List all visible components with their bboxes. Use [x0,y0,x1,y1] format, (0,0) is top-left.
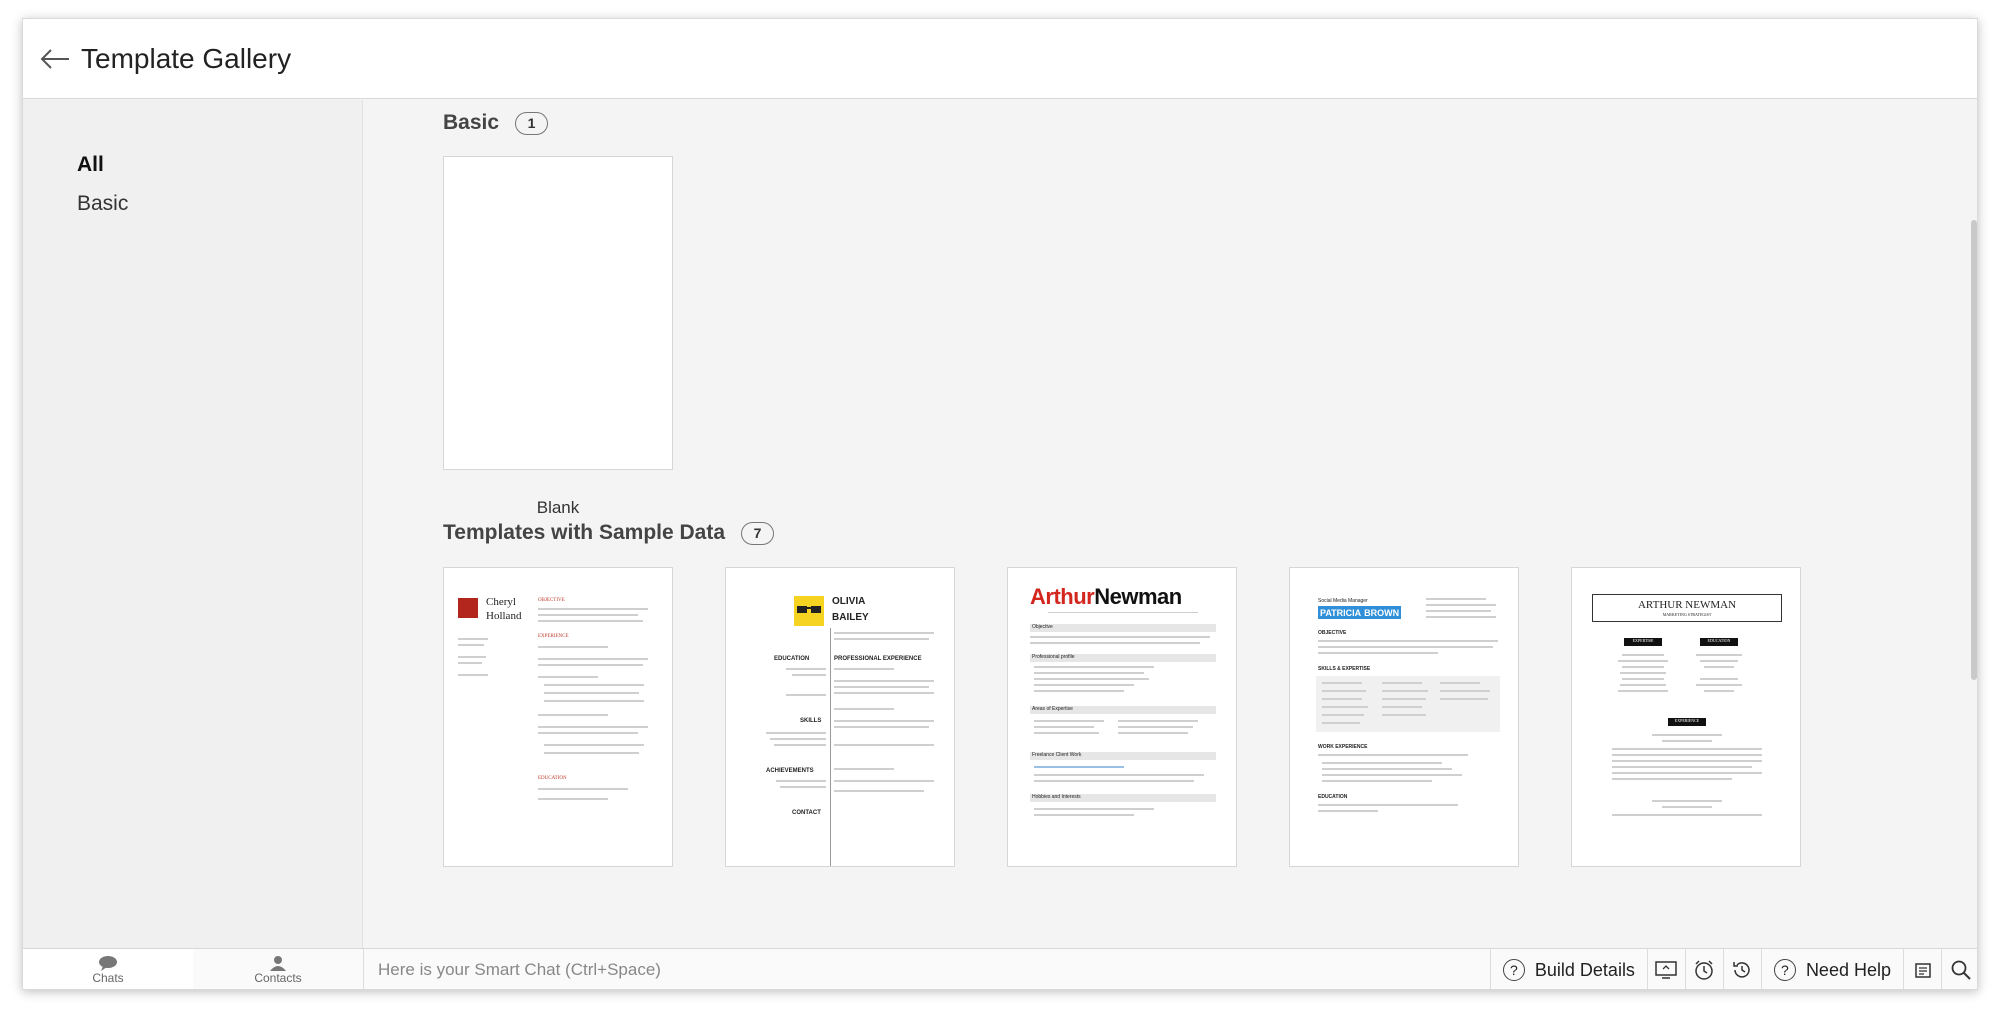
card-heading: Professional profile [1032,654,1075,660]
template-card-cheryl-holland[interactable]: Cheryl Holland OBJECTIVE EXPERIENCE EDUC… [443,567,673,867]
chats-tab-label: Chats [92,971,124,985]
card-heading: EDUCATION [1707,638,1731,643]
smart-chat-input[interactable]: Here is your Smart Chat (Ctrl+Space) [363,949,1498,989]
card-title: ArthurNewman [1030,584,1182,610]
card-heading: ACHIEVEMENTS [766,768,814,774]
notes-icon [1914,963,1931,978]
section-title-sample-text: Templates with Sample Data [443,521,726,544]
card-heading: OBJECTIVE [1318,630,1347,636]
card-heading: EXPERTISE [1632,638,1654,643]
page-title: Template Gallery [81,42,292,74]
need-help-label: Need Help [1805,959,1891,980]
help-circle-icon: ? [1502,959,1525,981]
card-heading: CONTACT [792,810,821,816]
history-icon [1733,962,1751,978]
card-heading: WORK EXPERIENCE [1318,744,1368,750]
card-role: MARKETING STRATEGIST [1662,612,1712,617]
template-card-olivia-bailey[interactable]: OLIVIA BAILEY EDUCATION PROFESSIONAL EXP… [725,567,955,867]
need-help-button[interactable]: ? Need Help [1760,949,1903,989]
alarm-clock-icon [1695,960,1714,980]
card-name-block: PATRICIA BROWN [1318,606,1402,619]
template-card-arthur-newman[interactable]: ArthurNewman Objective Professional prof… [1007,567,1237,867]
card-accent-square [458,598,478,618]
section-title-sample: Templates with Sample Data 7 [443,521,775,545]
back-arrow-icon [40,48,69,69]
contacts-tab-label: Contacts [254,971,302,985]
template-card-blank[interactable] [443,156,673,470]
card-heading: Areas of Expertise [1032,706,1073,712]
sidebar-item-all[interactable]: All [77,153,104,177]
build-details-button[interactable]: ? Build Details [1489,949,1647,989]
section-title-basic-text: Basic [443,111,500,134]
card-name-last: BROWN [1364,607,1400,618]
card-name-first: Arthur [1030,584,1095,609]
template-card-blank-label: Blank [536,498,580,517]
bottom-bar-actions: ? Build Details ? Need Help [1489,949,1977,989]
back-button[interactable] [37,41,73,77]
glasses-icon [797,606,821,613]
contacts-tab[interactable]: Contacts [193,949,363,989]
bottom-bar: Chats Contacts Here is your Smart Chat (… [23,948,1977,989]
card-name-last: Newman [1094,584,1182,609]
monitor-icon [1655,961,1678,979]
card-heading: Hobbies and Interests [1032,794,1081,800]
template-card-arthur-newman-classic[interactable]: ARTHUR NEWMAN MARKETING STRATEGIST EXPER… [1571,567,1801,867]
screen-share-button[interactable] [1646,949,1685,989]
chat-bubble-icon [99,956,117,971]
card-role: Social Media Manager [1318,598,1368,604]
card-heading: PROFESSIONAL EXPERIENCE [834,656,922,662]
card-name-last: Holland [486,610,522,622]
card-name-first: PATRICIA [1320,607,1362,618]
section-title-basic: Basic 1 [443,111,549,135]
reminder-button[interactable] [1684,949,1723,989]
card-heading: EDUCATION [774,656,810,662]
header: Template Gallery [23,19,1977,99]
count-badge-sample: 7 [741,521,775,545]
count-badge-basic: 1 [515,111,549,135]
search-icon [1951,960,1971,980]
card-heading: EDUCATION [1318,794,1348,800]
chats-tab[interactable]: Chats [23,949,193,989]
card-heading: Freelance Client Work [1032,752,1082,758]
scrollbar[interactable] [1971,220,1977,680]
help-circle-icon: ? [1773,959,1796,981]
card-name-first: OLIVIA [832,596,866,607]
template-card-patricia-brown[interactable]: Social Media Manager PATRICIA BROWN OBJE… [1289,567,1519,867]
card-name: ARTHUR NEWMAN [1637,599,1737,611]
build-details-label: Build Details [1534,959,1635,980]
template-list: Basic 1 Blank Templates with Sample Data… [364,100,1977,948]
sidebar-item-basic[interactable]: Basic [77,192,128,216]
card-heading: EXPERIENCE [1674,718,1700,723]
card-heading: EXPERIENCE [538,634,569,639]
card-heading: SKILLS & EXPERTISE [1318,666,1371,672]
contacts-icon [270,956,286,971]
notes-button[interactable] [1903,949,1941,989]
card-heading: Objective [1032,624,1053,630]
card-heading: OBJECTIVE [538,598,565,603]
history-button[interactable] [1722,949,1761,989]
sidebar: All Basic [23,100,363,948]
card-name-first: Cheryl [486,596,516,608]
card-heading: SKILLS [800,718,822,724]
search-button[interactable] [1941,949,1977,989]
card-name-last: BAILEY [832,612,869,623]
card-heading: EDUCATION [538,776,567,781]
app-window: Template Gallery All Basic Basic 1 Blank… [22,18,1978,990]
